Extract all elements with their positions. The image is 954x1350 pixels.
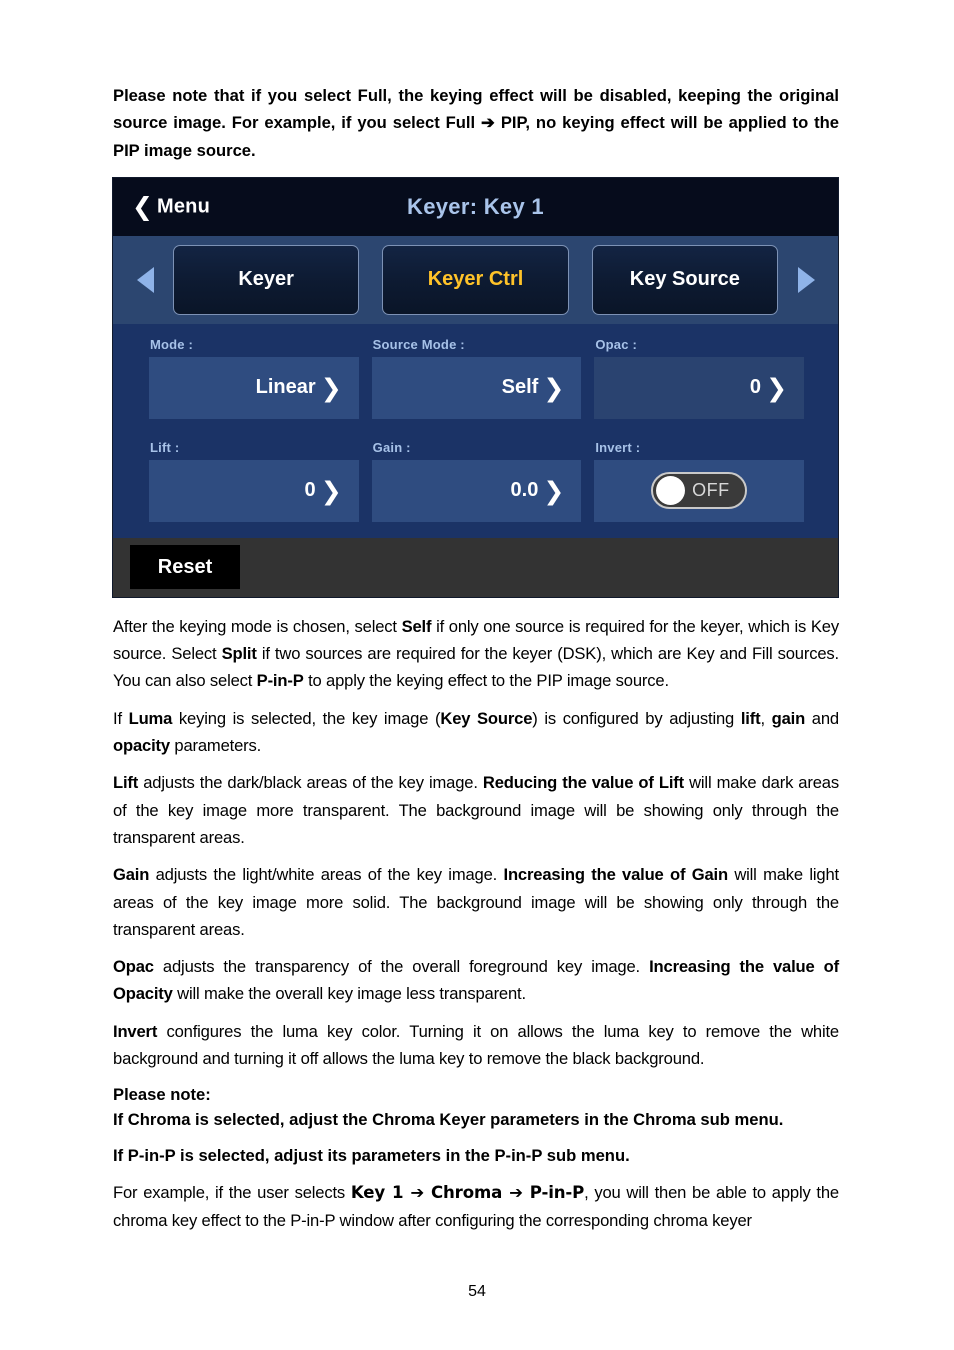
parameter-row-1: Mode : Linear ❯ Source Mode : Self ❯ Opa… <box>113 333 838 419</box>
text-run: After the keying mode is chosen, select <box>113 616 402 636</box>
chevron-right-icon: ❯ <box>766 373 788 403</box>
toggle-knob-icon <box>656 476 686 506</box>
opac-field[interactable]: 0 ❯ <box>594 356 805 419</box>
document-page: Please note that if you select Full, the… <box>0 0 954 1350</box>
parameter-cell-mode: Mode : Linear ❯ <box>149 333 372 419</box>
tab-keyer-ctrl[interactable]: Keyer Ctrl <box>382 244 569 315</box>
bold-run: Gain <box>113 865 150 885</box>
bold-run: Key 1 ➔ Chroma ➔ P-in-P <box>350 1183 585 1203</box>
invert-label: Invert : <box>595 439 641 455</box>
panel-title: Keyer: Key 1 <box>407 193 544 219</box>
mode-label: Mode : <box>150 336 194 352</box>
panel-tabstrip: Keyer Keyer Ctrl Key Source <box>113 235 838 324</box>
text-run: to apply the keying effect to the PIP im… <box>303 671 669 691</box>
mode-value: Linear <box>255 376 316 399</box>
parameter-cell-lift: Lift : 0 ❯ <box>149 436 372 522</box>
chevron-right-icon: ❯ <box>543 373 565 403</box>
tab-key-source[interactable]: Key Source <box>591 244 778 315</box>
bold-run: P-in-P <box>256 671 304 691</box>
paragraph-luma: If Luma keying is selected, the key imag… <box>113 705 839 760</box>
gain-value: 0.0 <box>510 479 539 502</box>
invert-field[interactable]: OFF <box>594 459 805 522</box>
text-run: ) is configured by adjusting <box>532 708 741 728</box>
opac-label: Opac : <box>595 336 637 352</box>
text-run: adjusts the light/white areas of the key… <box>149 865 504 885</box>
parameter-row-2: Lift : 0 ❯ Gain : 0.0 ❯ Invert: OFF <box>113 436 838 522</box>
page-number: 54 <box>468 1283 486 1300</box>
bold-run: Lift <box>113 773 139 793</box>
bold-run: Key Source <box>440 708 533 728</box>
bold-run: lift <box>740 708 761 728</box>
tab-keyer[interactable]: Keyer <box>173 244 360 315</box>
gain-field[interactable]: 0.0 ❯ <box>371 459 582 522</box>
text-run: For example, if the user selects <box>113 1183 351 1203</box>
opac-value: 0 <box>749 376 762 399</box>
text-run: keying is selected, the key image ( <box>172 708 441 728</box>
paragraph-example: For example, if the user selects Key 1 ➔… <box>113 1179 839 1234</box>
parameter-cell-source-mode: Source Mode : Self ❯ <box>371 333 595 419</box>
text-run: configures the luma key color. Turning i… <box>113 1021 839 1069</box>
tab-next-button[interactable] <box>780 266 832 293</box>
text-run: If <box>113 708 129 728</box>
text-run: , <box>760 708 772 728</box>
bold-run: Opac <box>113 957 154 977</box>
keyer-control-panel-screenshot: ❮ Menu Keyer: Key 1 Keyer Keyer Ctrl Key… <box>113 177 838 597</box>
paragraph-opac: Opac adjusts the transparency of the ove… <box>113 953 839 1008</box>
paragraph-source-mode: After the keying mode is chosen, select … <box>113 613 839 695</box>
please-note-pinp: If P-in-P is selected, adjust its parame… <box>113 1146 630 1166</box>
source-mode-field[interactable]: Self ❯ <box>371 356 582 419</box>
intro-note-paragraph: Please note that if you select Full, the… <box>113 86 839 160</box>
triangle-right-icon <box>797 266 815 293</box>
row-spacer <box>113 419 838 436</box>
bold-run: Increasing the value of Gain <box>503 865 729 885</box>
parameter-cell-opac: Opac : 0 ❯ <box>594 333 805 419</box>
bold-run: Invert <box>113 1021 158 1041</box>
gain-label: Gain : <box>372 439 411 455</box>
reset-button[interactable]: Reset <box>130 545 240 590</box>
lift-value: 0 <box>304 479 316 502</box>
source-mode-value: Self <box>501 376 539 399</box>
please-note-heading: Please note: <box>113 1085 211 1105</box>
mode-field[interactable]: Linear ❯ <box>149 356 359 419</box>
chevron-right-icon: ❯ <box>320 476 342 506</box>
bold-run: gain <box>771 708 806 728</box>
please-note-chroma: If Chroma is selected, adjust the Chroma… <box>113 1110 784 1130</box>
triangle-left-icon <box>136 266 154 293</box>
text-run: and <box>805 708 839 728</box>
text-run: adjusts the dark/black areas of the key … <box>138 773 483 793</box>
paragraph-gain: Gain adjusts the light/white areas of th… <box>113 861 839 943</box>
please-note-block: Please note: If Chroma is selected, adju… <box>113 1082 839 1132</box>
bold-run: Split <box>221 644 257 664</box>
text-run: adjusts the transparency of the overall … <box>153 957 650 977</box>
tab-list: Keyer Keyer Ctrl Key Source <box>171 244 780 315</box>
bold-run: Self <box>401 616 432 636</box>
bold-run: Luma <box>128 708 173 728</box>
page-content: Please note that if you select Full, the… <box>113 82 839 1244</box>
lift-field[interactable]: 0 ❯ <box>149 459 359 522</box>
panel-titlebar: ❮ Menu Keyer: Key 1 <box>113 177 838 236</box>
bold-run: opacity <box>113 736 170 756</box>
back-menu-label[interactable]: Menu <box>157 195 210 218</box>
source-mode-label: Source Mode : <box>372 336 465 352</box>
chevron-left-icon[interactable]: ❮ <box>132 193 153 220</box>
lift-label: Lift : <box>150 439 180 455</box>
parameter-grid: Mode : Linear ❯ Source Mode : Self ❯ Opa… <box>113 323 838 538</box>
tab-prev-button[interactable] <box>119 266 171 293</box>
paragraph-invert: Invert configures the luma key color. Tu… <box>113 1018 839 1073</box>
parameter-cell-gain: Gain : 0.0 ❯ <box>371 436 595 522</box>
panel-bottom-bar: Reset <box>113 537 838 597</box>
bold-run: Reducing the value of Lift <box>482 773 684 793</box>
text-run: will make the overall key image less tra… <box>172 984 526 1004</box>
paragraph-lift: Lift adjusts the dark/black areas of the… <box>113 769 839 851</box>
text-run: parameters. <box>169 736 262 756</box>
invert-toggle-switch[interactable]: OFF <box>651 472 748 510</box>
parameter-cell-invert: Invert : OFF <box>594 436 805 522</box>
invert-toggle-state: OFF <box>692 480 730 501</box>
chevron-right-icon: ❯ <box>543 476 565 506</box>
chevron-right-icon: ❯ <box>320 373 342 403</box>
please-note-pinp-block: If P-in-P is selected, adjust its parame… <box>113 1143 839 1168</box>
